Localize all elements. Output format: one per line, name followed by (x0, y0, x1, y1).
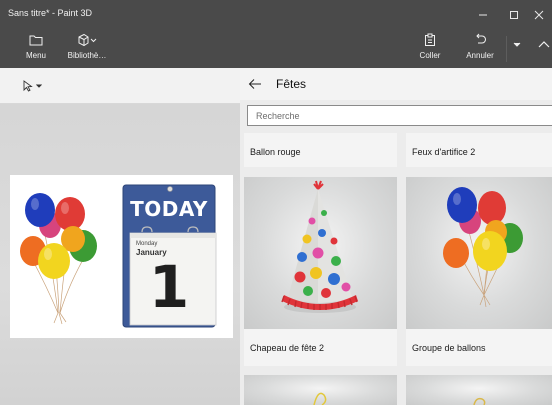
library-item-groupe-ballons[interactable]: Groupe de ballons (406, 177, 552, 366)
library-button[interactable]: Bibliothè… (62, 32, 112, 60)
library-item-feux-artifice[interactable]: Feux d'artifice 2 (406, 133, 552, 167)
calendar-banner: TODAY (130, 197, 208, 221)
ribbon-image (313, 392, 327, 405)
balloon-group-image (443, 187, 523, 308)
decoration-image (473, 397, 486, 405)
menu-button[interactable]: Menu (11, 32, 61, 60)
close-icon (534, 10, 544, 20)
library-item-label: Chapeau de fête 2 (250, 343, 325, 353)
partial-thumbnail (406, 375, 552, 405)
tool-row (0, 68, 240, 104)
back-button[interactable] (248, 76, 266, 92)
title-bar: Sans titre* - Paint 3D (0, 0, 552, 30)
library-item-label: Feux d'artifice 2 (412, 147, 476, 157)
undo-label: Annuler (466, 51, 494, 60)
workspace: TODAY Monday January 1 (0, 68, 240, 405)
chevron-down-icon (36, 84, 42, 88)
folder-icon (29, 35, 43, 46)
undo-button[interactable]: Annuler (455, 32, 505, 60)
paste-icon (425, 33, 435, 46)
party-hat-image (281, 180, 358, 313)
close-button[interactable] (526, 0, 552, 30)
paste-button[interactable]: Coller (405, 32, 455, 60)
panel-title: Fêtes (276, 77, 307, 91)
toolbar-divider (506, 36, 507, 62)
library-item-partial[interactable] (244, 375, 397, 405)
library-label: Bibliothè… (67, 51, 107, 60)
command-bar: Menu Bibliothè… Coller Annuler (0, 30, 552, 68)
collapse-toolbar-button[interactable] (536, 40, 552, 48)
minimize-button[interactable] (466, 0, 500, 30)
library-icon (78, 33, 97, 47)
search-box[interactable] (247, 105, 552, 126)
library-item-ballon-rouge[interactable]: Ballon rouge (244, 133, 397, 167)
window-title: Sans titre* - Paint 3D (8, 8, 93, 18)
arrow-left-icon (248, 79, 261, 89)
cursor-select-icon (23, 80, 33, 92)
menu-label: Menu (25, 51, 46, 60)
chevron-down-icon (513, 42, 521, 47)
calendar-image: TODAY Monday January 1 (122, 183, 218, 329)
library-item-chapeau[interactable]: Chapeau de fête 2 (244, 177, 397, 366)
paste-label: Coller (419, 51, 441, 60)
maximize-icon (510, 11, 518, 19)
party-hat-thumbnail (244, 177, 397, 329)
drawing-canvas[interactable]: TODAY Monday January 1 (10, 175, 233, 338)
library-panel: Fêtes Ballon rouge Feux d'artifice 2 (240, 68, 552, 405)
minimize-icon (479, 14, 487, 16)
undo-dropdown[interactable] (509, 42, 525, 48)
calendar-weekday: Monday (136, 241, 158, 247)
undo-icon (476, 33, 486, 44)
library-item-label: Ballon rouge (250, 147, 301, 157)
panel-header: Fêtes (240, 68, 552, 100)
select-tool-button[interactable] (22, 80, 42, 92)
search-input[interactable] (248, 106, 552, 125)
balloons-image (20, 193, 97, 325)
library-item-partial[interactable] (406, 375, 552, 405)
library-item-label: Groupe de ballons (412, 343, 486, 353)
partial-thumbnail (244, 375, 397, 405)
balloon-group-thumbnail (406, 177, 552, 329)
calendar-day: 1 (148, 253, 190, 321)
chevron-up-icon (538, 41, 550, 48)
